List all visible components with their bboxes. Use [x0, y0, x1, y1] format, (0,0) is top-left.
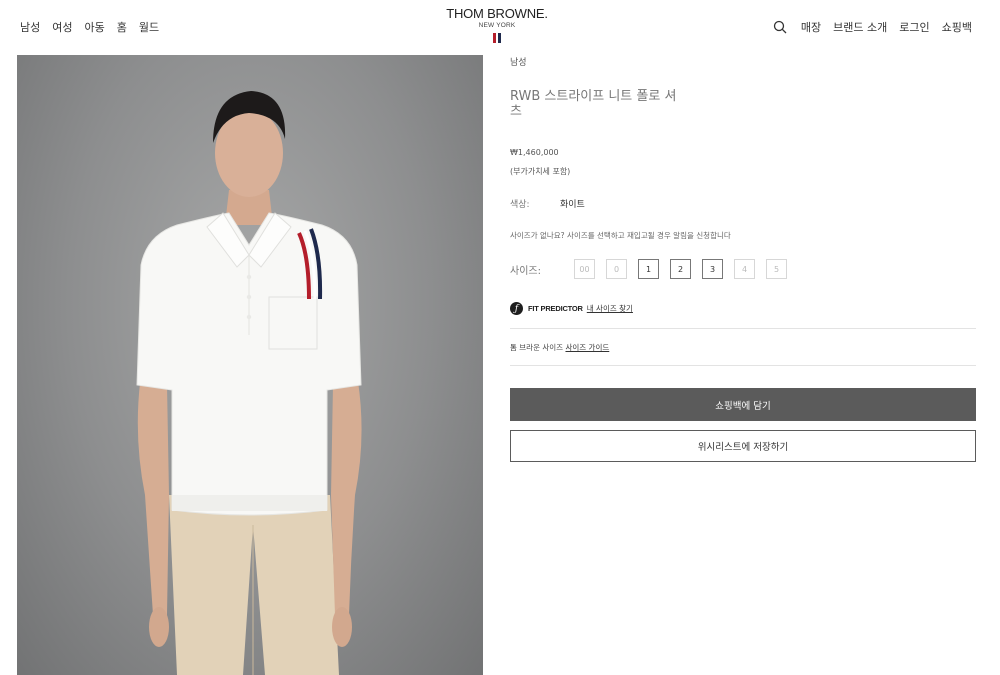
product-image[interactable] — [17, 55, 483, 675]
size-option-2[interactable]: 2 — [670, 259, 691, 279]
nav-item-kids[interactable]: 아동 — [85, 19, 105, 35]
main-nav: 남성 여성 아동 홈 월드 — [20, 19, 159, 35]
nav-stores[interactable]: 매장 — [801, 19, 821, 35]
search-icon[interactable] — [773, 20, 787, 34]
size-guide-link[interactable]: 사이즈 가이드 — [565, 343, 609, 352]
size-option-3[interactable]: 3 — [702, 259, 723, 279]
size-selector: 사이즈: 00 0 1 2 3 4 5 — [510, 259, 787, 279]
fit-predictor-title: FIT PREDICTOR — [528, 304, 583, 313]
save-to-wishlist-button[interactable]: 위시리스트에 저장하기 — [510, 430, 976, 462]
brand-logo[interactable]: THOM BROWNE. NEW YORK — [430, 6, 564, 43]
fit-predictor-icon: ƒ — [510, 302, 523, 315]
site-header: 남성 여성 아동 홈 월드 THOM BROWNE. NEW YORK 매장 브… — [0, 0, 1000, 52]
product-price: ₩1,460,000 — [510, 148, 559, 157]
add-to-bag-button[interactable]: 쇼핑백에 담기 — [510, 388, 976, 421]
size-option-00[interactable]: 00 — [574, 259, 595, 279]
nav-item-home[interactable]: 홈 — [117, 19, 127, 35]
product-title-line1: RWB 스트라이프 니트 폴로 셔 — [510, 89, 677, 104]
vat-note: (부가가치세 포함) — [510, 167, 571, 176]
size-label: 사이즈: — [510, 265, 541, 277]
size-guide-prefix: 톰 브라운 사이즈 — [510, 343, 564, 352]
fit-predictor: ƒ FIT PREDICTOR 내 사이즈 찾기 — [510, 302, 633, 315]
nav-item-world[interactable]: 월드 — [139, 19, 159, 35]
divider — [510, 365, 976, 366]
color-label: 색상: — [510, 200, 530, 210]
size-options: 00 0 1 2 3 4 5 — [574, 259, 787, 279]
size-option-5[interactable]: 5 — [766, 259, 787, 279]
product-category[interactable]: 남성 — [510, 55, 527, 68]
divider — [510, 328, 976, 329]
size-guide-row: 톰 브라운 사이즈 사이즈 가이드 — [510, 342, 609, 353]
nav-shopping-bag[interactable]: 쇼핑백 — [942, 19, 972, 35]
model-photo — [136, 91, 362, 675]
nav-login[interactable]: 로그인 — [899, 19, 929, 35]
size-option-1[interactable]: 1 — [638, 259, 659, 279]
nav-item-women[interactable]: 여성 — [52, 19, 72, 35]
color-row: 색상: 화이트 — [510, 197, 585, 210]
product-title: RWB 스트라이프 니트 폴로 셔 츠 — [510, 89, 700, 119]
size-option-4[interactable]: 4 — [734, 259, 755, 279]
nav-item-men[interactable]: 남성 — [20, 19, 40, 35]
nav-about-brand[interactable]: 브랜드 소개 — [833, 19, 887, 35]
flag-stripe-icon — [430, 33, 564, 43]
color-value: 화이트 — [560, 200, 585, 210]
product-title-line2: 츠 — [510, 104, 522, 119]
utility-nav: 매장 브랜드 소개 로그인 쇼핑백 — [773, 19, 972, 35]
brand-subtitle: NEW YORK — [478, 22, 516, 29]
size-option-0[interactable]: 0 — [606, 259, 627, 279]
restock-note: 사이즈가 없나요? 사이즈를 선택하고 재입고될 경우 알림을 신청합니다 — [510, 231, 731, 240]
brand-name: THOM BROWNE. — [446, 6, 548, 21]
find-my-size-link[interactable]: 내 사이즈 찾기 — [587, 303, 633, 314]
